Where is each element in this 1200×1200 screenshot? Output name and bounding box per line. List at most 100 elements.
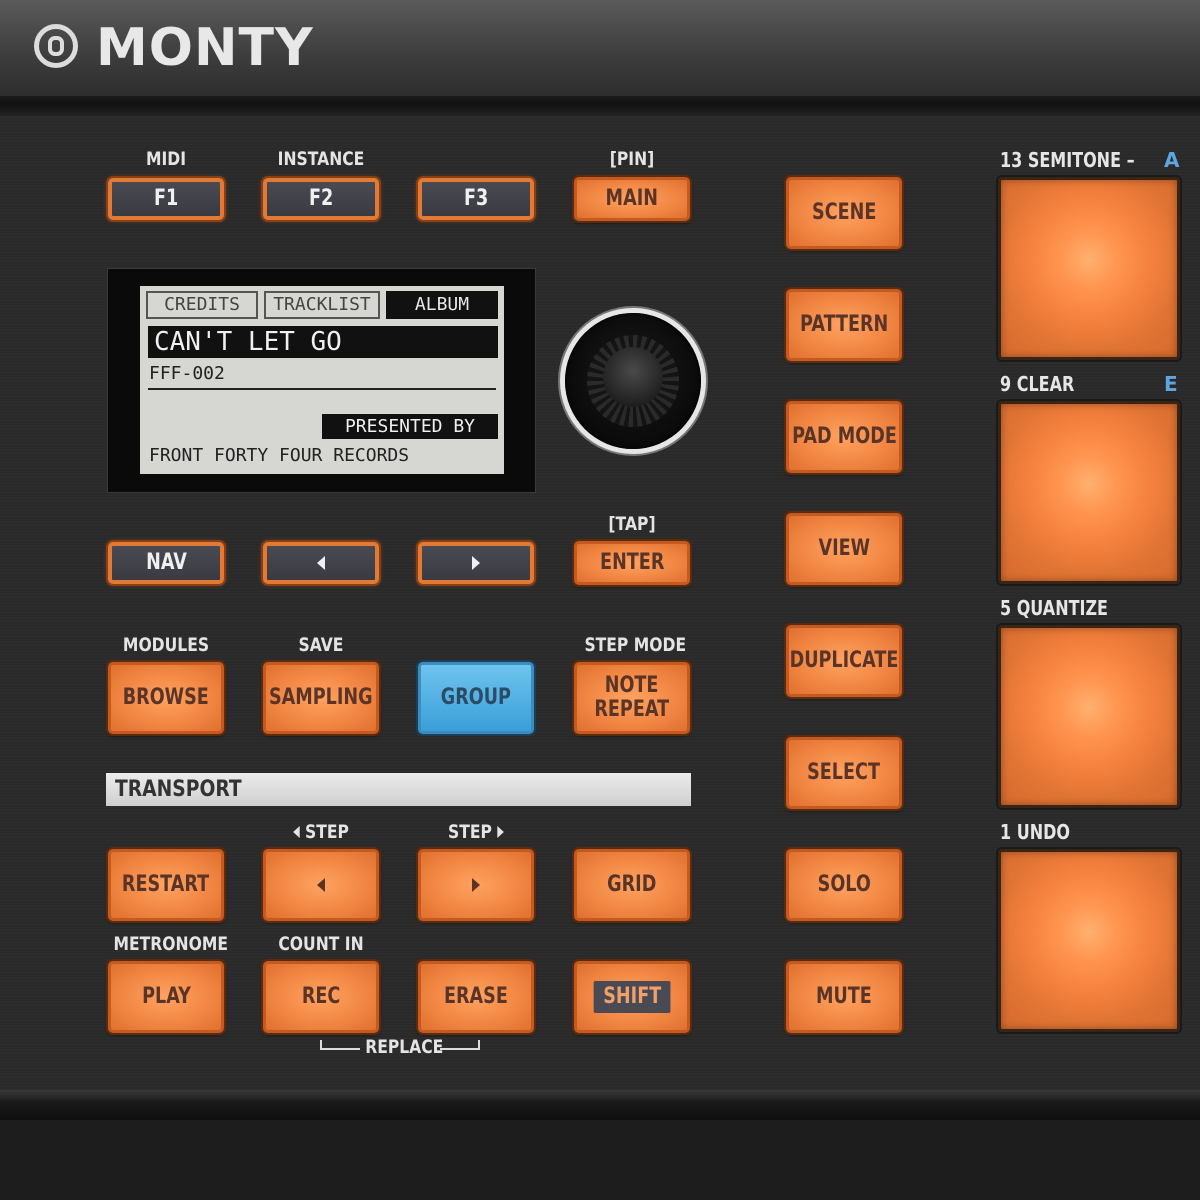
- lcd-display: CREDITS TRACKLIST ALBUM CAN'T LET GO FFF…: [140, 286, 504, 474]
- pad-mode-button-label: PAD MODE: [791, 424, 897, 449]
- nav-left-button[interactable]: [263, 542, 379, 584]
- track-title: CAN'T LET GO: [148, 326, 498, 358]
- scene-button[interactable]: SCENE: [786, 177, 902, 249]
- transport-header: TRANSPORT: [106, 773, 691, 806]
- brand-logo-icon: [34, 24, 78, 68]
- pad-letter-a: A: [1164, 148, 1180, 172]
- note-repeat-button[interactable]: NOTE REPEAT: [574, 662, 690, 734]
- replace-bracket-right: [440, 1040, 480, 1050]
- f3-button[interactable]: F3: [418, 178, 534, 220]
- sampling-button-label: SAMPLING: [269, 685, 373, 710]
- enter-button-label: ENTER: [599, 550, 665, 575]
- f2-button[interactable]: F2: [263, 178, 379, 220]
- label-modules: MODULES: [122, 634, 210, 656]
- label-step-mode: STEP MODE: [584, 634, 687, 656]
- pad-letter-e: E: [1164, 372, 1178, 396]
- record-label-name: FRONT FORTY FOUR RECORDS: [149, 445, 410, 466]
- presented-by-label: PRESENTED BY: [322, 414, 498, 439]
- label-midi: MIDI: [145, 148, 187, 170]
- top-bar: MONTY: [0, 0, 1200, 96]
- label-step-back: STEP: [273, 821, 368, 843]
- main-button[interactable]: MAIN: [574, 177, 690, 221]
- main-button-label: MAIN: [605, 186, 659, 211]
- browse-button-label: BROWSE: [122, 685, 210, 710]
- lcd-divider: [148, 388, 496, 390]
- step-back-small-icon: [293, 826, 300, 838]
- bottom-strip: [0, 1120, 1200, 1200]
- f3-button-label: F3: [463, 186, 489, 211]
- solo-button-label: SOLO: [817, 872, 871, 897]
- arrow-right-icon: [472, 556, 480, 570]
- replace-bracket-left: [320, 1040, 360, 1050]
- label-metronome: METRONOME: [113, 933, 228, 955]
- erase-button-label: ERASE: [444, 984, 508, 1009]
- nav-button[interactable]: NAV: [108, 542, 224, 584]
- rec-button[interactable]: REC: [263, 961, 379, 1033]
- solo-button[interactable]: SOLO: [786, 849, 902, 921]
- step-forward-small-icon: [497, 826, 504, 838]
- transport-header-label: TRANSPORT: [115, 777, 242, 802]
- arrow-left-icon: [317, 556, 325, 570]
- tab-credits[interactable]: CREDITS: [146, 291, 258, 319]
- enter-button[interactable]: ENTER: [574, 541, 690, 585]
- mute-button[interactable]: MUTE: [786, 961, 902, 1033]
- label-replace: REPLACE: [365, 1036, 444, 1058]
- play-button[interactable]: PLAY: [108, 961, 224, 1033]
- f2-button-label: F2: [308, 186, 334, 211]
- encoder-knob[interactable]: [565, 313, 701, 449]
- step-back-button[interactable]: [263, 849, 379, 921]
- step-back-icon: [317, 878, 325, 892]
- step-forward-button[interactable]: [418, 849, 534, 921]
- restart-button[interactable]: RESTART: [108, 849, 224, 921]
- view-button-label: VIEW: [818, 536, 870, 561]
- duplicate-button-label: DUPLICATE: [789, 648, 899, 673]
- bottom-edge: [0, 1090, 1200, 1120]
- group-button[interactable]: GROUP: [418, 662, 534, 734]
- top-bar-edge: [0, 96, 1200, 116]
- rec-button-label: REC: [301, 984, 341, 1009]
- step-forward-text: STEP: [448, 821, 492, 843]
- pad-label-1: 1 UNDO: [1000, 820, 1070, 844]
- note-repeat-label-line1: NOTE: [605, 673, 659, 698]
- grid-button-label: GRID: [607, 872, 657, 897]
- sampling-button[interactable]: SAMPLING: [263, 662, 379, 734]
- f1-button-label: F1: [153, 186, 179, 211]
- label-save: SAVE: [298, 634, 344, 656]
- label-pin: [PIN]: [609, 148, 655, 170]
- select-button-label: SELECT: [807, 760, 881, 785]
- nav-button-label: NAV: [145, 550, 187, 575]
- pad-label-5: 5 QUANTIZE: [1000, 596, 1108, 620]
- duplicate-button[interactable]: DUPLICATE: [786, 625, 902, 697]
- label-instance: INSTANCE: [277, 148, 365, 170]
- pad-mode-button[interactable]: PAD MODE: [786, 401, 902, 473]
- step-back-text: STEP: [305, 821, 349, 843]
- shift-button-label: SHIFT: [593, 981, 671, 1013]
- grid-button[interactable]: GRID: [574, 849, 690, 921]
- group-button-label: GROUP: [440, 685, 512, 710]
- label-tap: [TAP]: [608, 513, 656, 535]
- brand-name: MONTY: [96, 18, 314, 78]
- select-button[interactable]: SELECT: [786, 737, 902, 809]
- f1-button[interactable]: F1: [108, 178, 224, 220]
- shift-button[interactable]: SHIFT: [574, 961, 690, 1033]
- scene-button-label: SCENE: [811, 200, 877, 225]
- tab-tracklist[interactable]: TRACKLIST: [264, 291, 380, 319]
- browse-button[interactable]: BROWSE: [108, 662, 224, 734]
- tab-album[interactable]: ALBUM: [386, 291, 498, 319]
- pad-label-13: 13 SEMITONE –: [1000, 148, 1135, 172]
- pad-9[interactable]: [998, 401, 1180, 584]
- nav-right-button[interactable]: [418, 542, 534, 584]
- label-step-forward: STEP: [428, 821, 523, 843]
- pattern-button[interactable]: PATTERN: [786, 289, 902, 361]
- view-button[interactable]: VIEW: [786, 513, 902, 585]
- catalog-number: FFF-002: [149, 363, 225, 384]
- erase-button[interactable]: ERASE: [418, 961, 534, 1033]
- label-count-in: COUNT IN: [278, 933, 364, 955]
- pattern-button-label: PATTERN: [799, 312, 889, 337]
- note-repeat-label-line2: REPEAT: [594, 697, 670, 722]
- pad-13[interactable]: [998, 177, 1180, 360]
- pad-5[interactable]: [998, 625, 1180, 808]
- pad-1[interactable]: [998, 849, 1180, 1032]
- step-forward-icon: [472, 878, 480, 892]
- play-button-label: PLAY: [141, 984, 191, 1009]
